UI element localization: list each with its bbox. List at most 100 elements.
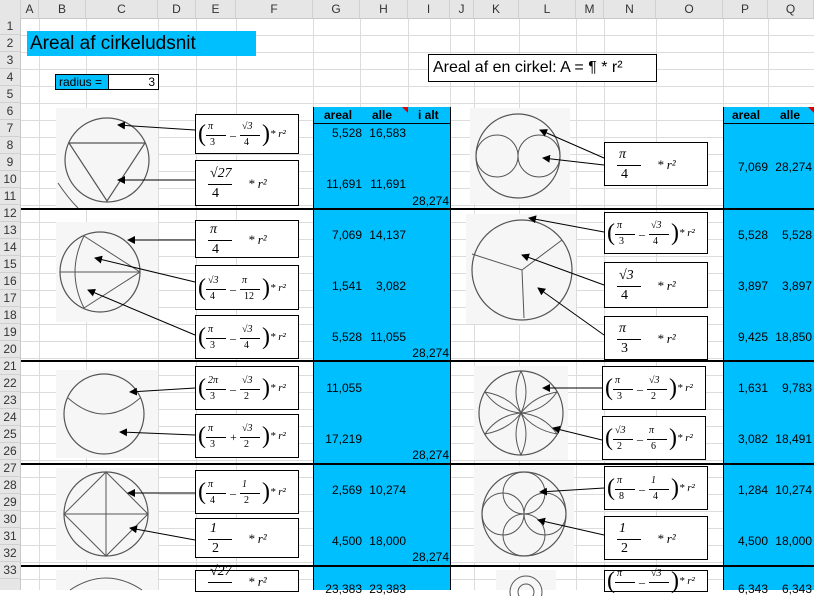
- fraction-bar: [240, 289, 260, 290]
- formula-tail: * r²: [679, 227, 695, 239]
- operator: –: [637, 432, 643, 446]
- fraction-bar: [613, 389, 633, 390]
- formula-box[interactable]: (π 8 –1 4) * r²: [604, 466, 708, 510]
- numerator: √3: [242, 375, 253, 386]
- formula-box[interactable]: π 4 * r²: [604, 142, 708, 186]
- numerator: √3: [619, 268, 634, 283]
- formula-box[interactable]: (π 3 – √3 4) * r²: [195, 114, 299, 154]
- paren-left: (: [607, 475, 615, 501]
- operator: –: [639, 482, 645, 496]
- operator: –: [639, 227, 645, 241]
- denominator: 8: [619, 491, 624, 502]
- formula-tail: * r²: [270, 331, 286, 343]
- denominator: 3: [621, 341, 628, 356]
- numerator: √3: [651, 568, 662, 579]
- fraction-bar: [208, 582, 232, 583]
- numerator: 1: [619, 521, 626, 536]
- denominator: 3: [210, 340, 215, 351]
- operator: –: [230, 331, 236, 345]
- numerator: √3: [651, 220, 662, 231]
- formula-box[interactable]: (π 3 – √3 4) * r²: [195, 315, 299, 359]
- formula-box[interactable]: √3 4 * r²: [604, 262, 708, 308]
- numerator: π: [208, 479, 214, 490]
- numerator: 1: [651, 475, 656, 486]
- formula-tail: * r²: [679, 482, 695, 494]
- paren-right: ): [262, 423, 270, 449]
- formula-box[interactable]: (√3 4 – π 12) * r²: [195, 265, 299, 310]
- denominator: 4: [653, 236, 658, 247]
- denominator: 2: [244, 439, 249, 450]
- paren-left: (: [605, 425, 613, 451]
- paren-right: ): [262, 375, 270, 401]
- numerator: √27: [210, 564, 232, 579]
- paren-left: (: [607, 568, 615, 594]
- formula-box[interactable]: (√3 2 – π 6) * r²: [602, 416, 706, 460]
- formula-box[interactable]: (π 4 –1 2) * r²: [195, 470, 299, 514]
- denominator: 4: [621, 288, 628, 303]
- fraction-bar: [617, 539, 641, 540]
- fraction-bar: [615, 234, 635, 235]
- denominator: 3: [619, 236, 624, 247]
- operator: –: [230, 382, 236, 396]
- formula-tail: * r²: [677, 382, 693, 394]
- fraction-bar: [647, 439, 667, 440]
- fraction-bar: [208, 240, 232, 241]
- numerator: π: [615, 375, 621, 386]
- formula-box[interactable]: (π 3 – √3 4) * r²: [604, 212, 708, 254]
- formula-box[interactable]: (2π 3 – √3 2) * r²: [195, 366, 299, 410]
- paren-right: ): [671, 568, 679, 594]
- numerator: √3: [208, 275, 219, 286]
- numerator: √3: [242, 324, 253, 335]
- denominator: 4: [210, 291, 215, 302]
- formula-tail: * r²: [657, 331, 676, 346]
- fraction-bar: [240, 493, 260, 494]
- operator: –: [637, 382, 643, 396]
- paren-left: (: [198, 423, 206, 449]
- fraction-bar: [617, 339, 641, 340]
- denominator: 4: [244, 137, 249, 148]
- numerator: π: [649, 425, 655, 436]
- formula-tail: * r²: [248, 176, 267, 191]
- denominator: 2: [212, 541, 219, 556]
- fraction-bar: [649, 489, 669, 490]
- fraction-bar: [206, 493, 226, 494]
- fraction-bar: [649, 234, 669, 235]
- denominator: 3: [210, 439, 215, 450]
- paren-left: (: [607, 220, 615, 246]
- denominator: 2: [617, 441, 622, 452]
- formula-box[interactable]: 1 2 * r²: [604, 516, 708, 560]
- paren-left: (: [198, 375, 206, 401]
- fraction-bar: [617, 286, 641, 287]
- fraction-bar: [240, 389, 260, 390]
- formula-tail: * r²: [248, 574, 267, 589]
- fraction-bar: [208, 184, 232, 185]
- formula-tail: * r²: [679, 575, 695, 587]
- denominator: 4: [653, 491, 658, 502]
- numerator: 1: [242, 479, 247, 490]
- denominator: 12: [244, 291, 254, 302]
- formula-box[interactable]: π 3 * r²: [604, 316, 708, 360]
- formula-box[interactable]: √27 * r²: [195, 564, 299, 592]
- formula-box[interactable]: √27 4 * r²: [195, 160, 299, 206]
- formula-box[interactable]: (π – √3) * r²: [604, 568, 708, 594]
- operator: –: [639, 575, 645, 589]
- formula-box[interactable]: (π 3 + √3 2) * r²: [195, 414, 299, 458]
- fraction-bar: [206, 289, 226, 290]
- numerator: √3: [615, 425, 626, 436]
- formula-tail: * r²: [657, 531, 676, 546]
- formula-box[interactable]: 1 2 * r²: [195, 518, 299, 558]
- paren-right: ): [671, 475, 679, 501]
- paren-right: ): [262, 121, 270, 147]
- numerator: π: [208, 121, 214, 132]
- formula-tail: * r²: [248, 232, 267, 247]
- numerator: π: [210, 222, 218, 237]
- numerator: π: [242, 275, 248, 286]
- fraction-bar: [206, 437, 226, 438]
- numerator: 1: [210, 521, 217, 536]
- fraction-bar: [206, 338, 226, 339]
- operator: –: [230, 282, 236, 296]
- formula-box[interactable]: π 4 * r²: [195, 220, 299, 258]
- operator: –: [230, 128, 236, 142]
- formula-box[interactable]: (π 3 – √3 2) * r²: [602, 366, 706, 410]
- numerator: π: [619, 147, 627, 162]
